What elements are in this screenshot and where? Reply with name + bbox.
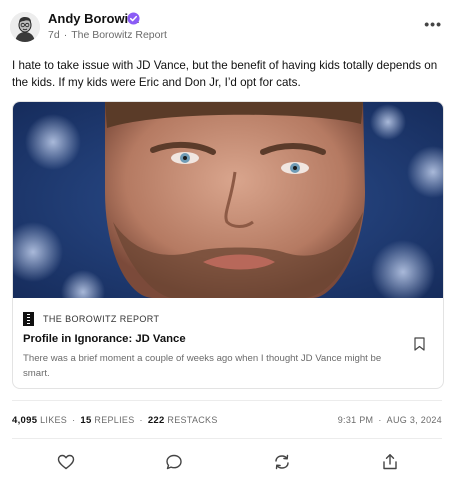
publication-link[interactable]: The Borowitz Report [71, 29, 167, 41]
embed-publication: THE BOROWITZ REPORT [23, 312, 159, 326]
post-text: I hate to take issue with JD Vance, but … [12, 59, 438, 89]
article-image [13, 102, 443, 298]
divider-bottom [12, 438, 442, 439]
restacks-label: RESTACKS [167, 415, 218, 425]
author-name[interactable]: Andy Borowitz [48, 11, 139, 26]
publication-logo-icon [23, 312, 34, 326]
note-post: Andy Borowitz 7d · The Borowitz Report •••… [0, 0, 458, 500]
divider-top [12, 400, 442, 401]
likes-stat[interactable]: 4,095 LIKES [12, 415, 68, 426]
post-date: AUG 3, 2024 [386, 415, 442, 425]
replies-count: 15 [80, 415, 92, 426]
engagement-stats: 4,095 LIKES · 15 REPLIES · 222 RESTACKS [12, 415, 218, 426]
post-meta: 7d · The Borowitz Report [48, 29, 167, 41]
embed-subtitle: There was a brief moment a couple of wee… [23, 353, 382, 379]
post-time: 9:31 PM [337, 415, 374, 425]
restacks-stat[interactable]: 222 RESTACKS [147, 415, 218, 426]
action-bar [0, 453, 458, 473]
more-icon[interactable]: ••• [424, 16, 442, 32]
comment-icon[interactable] [165, 453, 183, 471]
restacks-count: 222 [147, 415, 165, 426]
likes-label: LIKES [40, 415, 68, 425]
share-icon[interactable] [381, 453, 399, 471]
verified-badge-icon [127, 12, 140, 25]
post-embed-card[interactable]: THE BOROWITZ REPORT Profile in Ignorance… [12, 101, 444, 389]
restack-icon[interactable] [273, 453, 291, 471]
embed-publication-name: THE BOROWITZ REPORT [43, 314, 160, 324]
likes-count: 4,095 [12, 415, 38, 426]
post-age: 7d [48, 29, 60, 41]
heart-icon[interactable] [57, 453, 75, 471]
replies-stat[interactable]: 15 REPLIES [80, 415, 135, 426]
embed-title[interactable]: Profile in Ignorance: JD Vance [23, 333, 186, 345]
replies-label: REPLIES [94, 415, 135, 425]
post-timestamp: 9:31 PM · AUG 3, 2024 [337, 415, 442, 425]
author-avatar[interactable] [10, 12, 40, 42]
bookmark-icon[interactable] [414, 337, 425, 351]
